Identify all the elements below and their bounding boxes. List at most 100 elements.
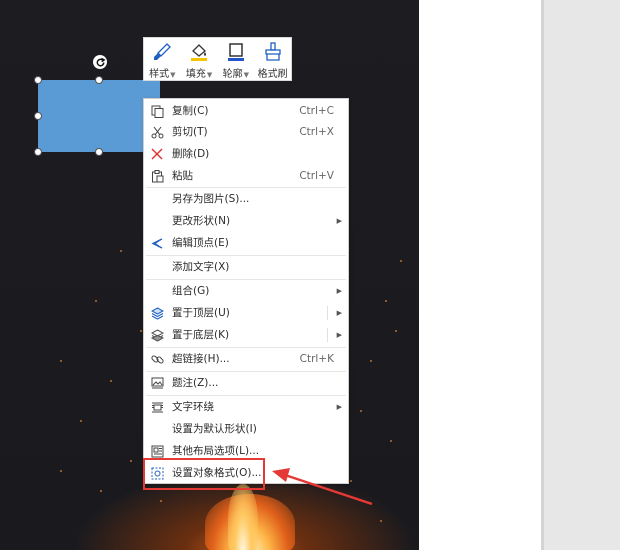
outline-square-icon [226, 42, 246, 62]
spark [60, 360, 62, 362]
menu-separator [146, 255, 346, 256]
bring-to-front-icon [150, 306, 164, 320]
resize-handle-top-center[interactable] [95, 76, 103, 84]
chevron-right-icon: ▶ [336, 403, 342, 411]
spark [60, 470, 62, 472]
menu-item-label: 置于底层(K) [172, 329, 230, 341]
spark [80, 420, 82, 422]
resize-handle-bottom-left[interactable] [34, 148, 42, 156]
menu-item-shortcut: Ctrl+X [299, 126, 334, 138]
menu-item-group[interactable]: 组合(G) ▶ [144, 281, 348, 301]
spark [380, 520, 382, 522]
menu-item-label: 设置为默认形状(I) [172, 423, 257, 435]
menu-item-bring-to-front[interactable]: 置于顶层(U) ▶ [144, 303, 348, 323]
menu-item-delete[interactable]: 删除(D) [144, 144, 348, 164]
spark [160, 500, 162, 502]
chevron-down-icon: ▼ [206, 71, 213, 79]
menu-separator [146, 395, 346, 396]
menu-item-label: 超链接(H)... [172, 353, 230, 365]
fire-flame [228, 484, 258, 550]
menu-item-change-shape[interactable]: 更改形状(N) ▶ [144, 211, 348, 231]
menu-item-label: 剪切(T) [172, 126, 208, 138]
outline-button[interactable]: 轮廓▼ [218, 38, 255, 80]
fill-label: 填充 [185, 69, 206, 80]
menu-item-shortcut: Ctrl+V [299, 170, 334, 182]
spark [95, 300, 97, 302]
caption-icon [150, 376, 164, 390]
copy-icon [150, 104, 164, 118]
menu-item-paste[interactable]: 粘贴 Ctrl+V [144, 166, 348, 186]
edit-points-icon [150, 236, 164, 250]
brush-icon [152, 42, 172, 62]
menu-item-edit-points[interactable]: 编辑顶点(E) [144, 233, 348, 253]
spark [370, 360, 372, 362]
menu-item-label: 另存为图片(S)... [172, 193, 250, 205]
menu-item-label: 文字环绕 [172, 401, 214, 413]
chevron-down-icon: ▼ [243, 71, 250, 79]
send-to-back-icon [150, 328, 164, 342]
format-painter-button[interactable]: 格式刷 [254, 38, 291, 80]
menu-item-caption[interactable]: 题注(Z)... [144, 373, 348, 393]
style-label: 样式 [149, 69, 170, 80]
format-painter-label: 格式刷 [257, 69, 288, 80]
menu-item-send-to-back[interactable]: 置于底层(K) ▶ [144, 325, 348, 345]
menu-item-hyperlink[interactable]: 超链接(H)... Ctrl+K [144, 349, 348, 369]
menu-item-label: 更改形状(N) [172, 215, 231, 227]
menu-item-save-as-picture[interactable]: 另存为图片(S)... [144, 189, 348, 209]
spark [395, 330, 397, 332]
chevron-right-icon[interactable]: ▶ [337, 307, 342, 319]
mini-toolbar: 样式▼ 填充▼ 轮廓▼ 格式刷 [143, 37, 292, 81]
spark [360, 410, 362, 412]
resize-handle-bottom-center[interactable] [95, 148, 103, 156]
menu-item-text-wrap[interactable]: 文字环绕 ▶ [144, 397, 348, 417]
menu-separator [146, 187, 346, 188]
delete-icon [150, 147, 164, 161]
rotate-handle-icon[interactable] [93, 55, 107, 69]
side-panel [541, 0, 620, 550]
side-panel-edge [541, 0, 544, 550]
menu-item-label: 复制(C) [172, 105, 209, 117]
menu-item-label: 粘贴 [172, 170, 193, 182]
submenu-divider [327, 306, 328, 320]
menu-item-label: 组合(G) [172, 285, 210, 297]
menu-item-cut[interactable]: 剪切(T) Ctrl+X [144, 122, 348, 142]
menu-item-copy[interactable]: 复制(C) Ctrl+C [144, 101, 348, 121]
outline-label: 轮廓 [222, 69, 243, 80]
menu-item-shortcut: Ctrl+K [299, 353, 334, 365]
spark [385, 300, 387, 302]
menu-item-label: 题注(Z)... [172, 377, 219, 389]
spark [140, 330, 142, 332]
spark [110, 380, 112, 382]
spark [400, 260, 402, 262]
menu-item-set-default-shape[interactable]: 设置为默认形状(I) [144, 419, 348, 439]
resize-handle-middle-left[interactable] [34, 112, 42, 120]
cut-icon [150, 125, 164, 139]
red-arrow-annotation-icon [272, 468, 373, 506]
paint-bucket-icon [189, 42, 209, 62]
fill-button[interactable]: 填充▼ [181, 38, 218, 80]
text-wrap-icon [150, 400, 164, 414]
spark [100, 490, 102, 492]
menu-item-add-text[interactable]: 添加文字(X) [144, 257, 348, 277]
chevron-down-icon: ▼ [170, 71, 176, 79]
spark [130, 460, 132, 462]
paste-icon [150, 169, 164, 183]
highlight-annotation-box [143, 458, 265, 490]
style-button[interactable]: 样式▼ [144, 38, 181, 80]
selected-rectangle-shape[interactable] [38, 80, 160, 152]
submenu-divider [327, 328, 328, 342]
spark [390, 440, 392, 442]
menu-item-label: 其他布局选项(L)... [172, 445, 260, 457]
menu-item-label: 置于顶层(U) [172, 307, 230, 319]
spark [120, 250, 122, 252]
canvas-margin [419, 0, 541, 550]
menu-separator [146, 347, 346, 348]
layout-options-icon [150, 444, 164, 458]
menu-separator [146, 279, 346, 280]
resize-handle-top-left[interactable] [34, 76, 42, 84]
menu-separator [146, 371, 346, 372]
chevron-right-icon[interactable]: ▶ [337, 329, 342, 341]
context-menu: 复制(C) Ctrl+C 剪切(T) Ctrl+X 删除(D) 粘贴 Ctrl+… [143, 98, 349, 484]
chevron-right-icon: ▶ [336, 287, 342, 295]
menu-item-label: 编辑顶点(E) [172, 237, 229, 249]
